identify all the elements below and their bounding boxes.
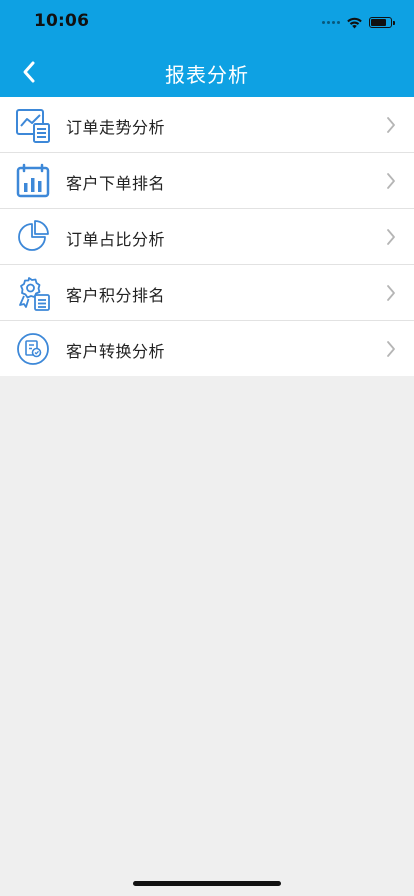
chevron-right-icon xyxy=(387,173,395,189)
chevron-right-icon xyxy=(387,229,395,245)
menu-item-customer-conversion[interactable]: 客户转换分析 xyxy=(0,321,414,376)
status-icons xyxy=(322,14,395,30)
battery-icon xyxy=(369,16,395,28)
menu-item-label: 客户下单排名 xyxy=(66,174,166,193)
pie-chart-icon xyxy=(18,220,49,251)
page-title: 报表分析 xyxy=(165,63,249,87)
chevron-right-icon xyxy=(387,117,395,133)
calendar-chart-icon xyxy=(16,163,50,198)
nav-bar: 报表分析 xyxy=(0,48,414,97)
report-menu-list: 订单走势分析 客户下单排名 订单占比分析 客户积分排名 客户转换分析 xyxy=(0,97,414,376)
menu-item-customer-points-ranking[interactable]: 客户积分排名 xyxy=(0,265,414,321)
menu-item-label: 客户转换分析 xyxy=(66,342,166,361)
menu-item-customer-order-ranking[interactable]: 客户下单排名 xyxy=(0,153,414,209)
menu-item-label: 订单走势分析 xyxy=(66,118,166,137)
status-time: 10:06 xyxy=(34,11,90,31)
menu-item-label: 订单占比分析 xyxy=(66,230,166,249)
trend-report-icon xyxy=(16,109,50,143)
menu-item-order-trend[interactable]: 订单走势分析 xyxy=(0,97,414,153)
wifi-icon xyxy=(347,17,362,28)
convert-icon xyxy=(17,333,49,365)
badge-report-icon xyxy=(19,277,50,311)
menu-item-label: 客户积分排名 xyxy=(66,286,166,305)
chevron-right-icon xyxy=(387,341,395,357)
home-indicator[interactable] xyxy=(133,881,281,886)
cellular-signal-icon xyxy=(322,20,340,24)
chevron-right-icon xyxy=(387,285,395,301)
status-bar: 10:06 xyxy=(0,0,414,48)
menu-item-order-share[interactable]: 订单占比分析 xyxy=(0,209,414,265)
